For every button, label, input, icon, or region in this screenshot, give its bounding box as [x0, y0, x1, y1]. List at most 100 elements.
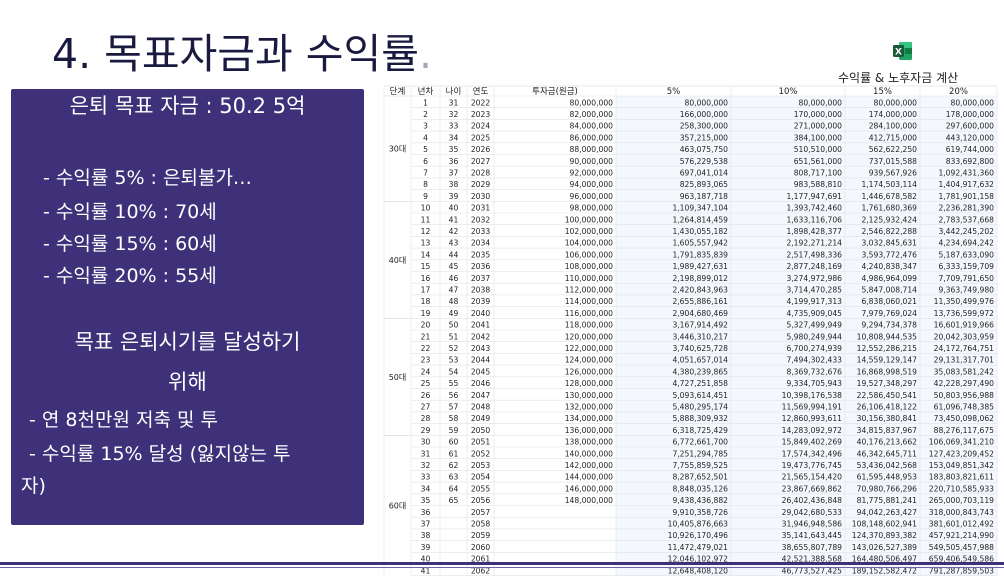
table-cell: 2022 — [471, 98, 490, 107]
table-cell: 12,552,286,215 — [857, 344, 918, 353]
table-cell: 25 — [421, 379, 431, 388]
table-cell: 4,735,909,045 — [786, 309, 842, 318]
table-cell: 80,000,000 — [799, 98, 843, 107]
table-cell: 98,000,000 — [570, 204, 614, 213]
table-cell: 118,000,000 — [565, 321, 613, 330]
table-cell: 12 — [421, 227, 431, 236]
table-cell: 2053 — [471, 461, 490, 470]
table-cell: 7,755,859,525 — [672, 461, 728, 470]
table-cell: 30 — [421, 438, 431, 447]
table-cell: 2030 — [471, 192, 490, 201]
table-cell: 5 — [423, 145, 428, 154]
table-cell: 1,264,814,459 — [672, 215, 728, 224]
table-cell: 52 — [449, 344, 459, 353]
table-cell: 2026 — [471, 145, 490, 154]
table-cell: 2027 — [471, 157, 490, 166]
table-cell: 9,294,734,378 — [861, 321, 917, 330]
table-cell: 2,783,537,668 — [938, 215, 994, 224]
table-cell: 35,083,581,242 — [934, 367, 995, 376]
header-cell: 5% — [667, 87, 681, 97]
table-cell: 47 — [449, 286, 459, 295]
footer-rule — [0, 562, 1004, 565]
table-cell: 1,898,428,377 — [786, 227, 842, 236]
table-cell: 1,430,055,182 — [672, 227, 728, 236]
table-cell: 3 — [423, 122, 428, 131]
table-cell: 29 — [421, 426, 431, 435]
table-cell: 284,100,000 — [869, 122, 917, 131]
table-cell: 134,000,000 — [565, 414, 613, 423]
table-cell: 2023 — [471, 110, 490, 119]
table-cell: 94,000,000 — [570, 180, 614, 189]
table-cell: 61 — [449, 449, 459, 458]
table-cell: 30,156,380,841 — [857, 414, 918, 423]
table-cell: 2038 — [471, 286, 490, 295]
table-cell: 80,000,000 — [951, 98, 995, 107]
table-cell: 124,000,000 — [565, 356, 613, 365]
table-cell: 833,692,800 — [946, 157, 994, 166]
table-cell: 5,327,499,949 — [786, 321, 842, 330]
table-cell: 220,710,585,933 — [929, 484, 994, 493]
table-cell: 4,199,917,313 — [786, 297, 842, 306]
table-cell: 55 — [449, 379, 459, 388]
table-cell: 9 — [423, 192, 428, 201]
table-cell: 124,370,893,382 — [852, 531, 917, 540]
table-cell: 1,174,503,114 — [861, 180, 917, 189]
table-cell: 6,700,274,939 — [786, 344, 842, 353]
table-cell: 53,436,042,568 — [857, 461, 918, 470]
table-cell: 6,838,060,021 — [861, 297, 917, 306]
table-cell: 14,283,092,972 — [782, 426, 843, 435]
table-cell: 39 — [449, 192, 459, 201]
table-cell: 22 — [421, 344, 431, 353]
table-cell: 2060 — [471, 543, 490, 552]
table-cell: 35 — [449, 145, 459, 154]
table-cell: 9,910,358,726 — [672, 508, 728, 517]
table-cell: 2048 — [471, 403, 490, 412]
table-cell: 7 — [423, 169, 428, 178]
table-cell: 22,586,450,541 — [857, 391, 918, 400]
table-cell: 81,775,881,241 — [857, 496, 918, 505]
table-cell: 128,000,000 — [565, 379, 613, 388]
table-cell: 170,000,000 — [794, 110, 842, 119]
table-cell: 6,333,159,709 — [938, 262, 994, 271]
table-cell: 40 — [449, 204, 459, 213]
table-cell: 17,574,342,496 — [782, 449, 843, 458]
table-cell: 1 — [423, 98, 428, 107]
table-cell: 40,176,213,662 — [857, 438, 918, 447]
table-cell: 32 — [421, 461, 431, 470]
table-cell: 5,847,008,714 — [861, 286, 917, 295]
table-cell: 35,141,643,445 — [782, 531, 843, 540]
table-cell: 4,051,657,014 — [672, 356, 728, 365]
table-cell: 5,480,295,174 — [672, 403, 728, 412]
table-cell: 1,633,116,706 — [786, 215, 842, 224]
table-cell: 549,505,457,988 — [929, 543, 994, 552]
table-cell: 4,240,838,347 — [861, 262, 917, 271]
table-cell: 44 — [449, 250, 459, 259]
table-cell: 143,026,527,389 — [852, 543, 917, 552]
table-cell: 56 — [449, 391, 459, 400]
table-cell: 2056 — [471, 496, 490, 505]
table-cell: 2043 — [471, 344, 490, 353]
table-cell: 2,192,271,214 — [786, 239, 842, 248]
table-cell: 36 — [449, 157, 459, 166]
table-cell: 2055 — [471, 484, 490, 493]
table-cell: 2025 — [471, 133, 490, 142]
table-cell: 42,228,297,490 — [934, 379, 995, 388]
table-cell: 24 — [421, 367, 431, 376]
table-cell: 1,781,901,158 — [938, 192, 994, 201]
table-cell: 17 — [421, 286, 431, 295]
table-cell: 6,772,661,700 — [672, 438, 728, 447]
stage-label: 40대 — [389, 256, 407, 265]
header-cell: 10% — [779, 87, 798, 97]
table-cell: 12,860,993,611 — [782, 414, 843, 423]
table-cell: 84,000,000 — [570, 122, 614, 131]
header-cell: 연도 — [473, 87, 489, 97]
table-cell: 20 — [421, 321, 431, 330]
stage-label: 50대 — [389, 373, 407, 382]
table-cell: 116,000,000 — [565, 309, 613, 318]
table-cell: 59 — [449, 426, 459, 435]
table-cell: 3,167,914,492 — [672, 321, 728, 330]
table-cell: 183,803,821,611 — [929, 473, 994, 482]
table-cell: 106,000,000 — [565, 250, 613, 259]
table-cell: 37 — [449, 169, 459, 178]
table-cell: 16,601,919,966 — [934, 321, 995, 330]
